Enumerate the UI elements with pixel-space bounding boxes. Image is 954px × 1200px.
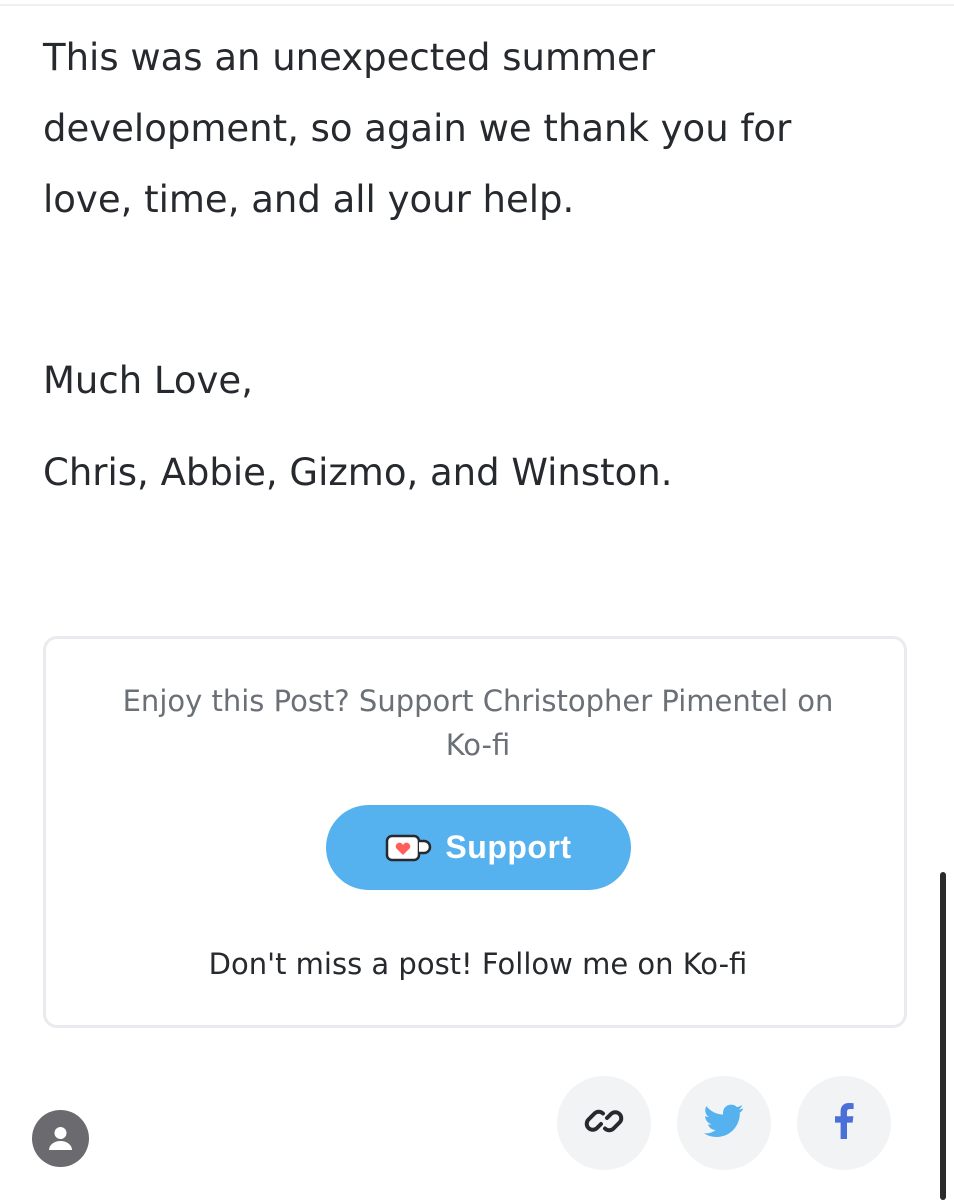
post-line-1: This was an unexpected summer xyxy=(43,36,656,79)
link-icon xyxy=(582,1099,626,1147)
user-avatar-icon[interactable] xyxy=(32,1110,89,1167)
kofi-support-card: Enjoy this Post? Support Christopher Pim… xyxy=(43,636,907,1028)
post-line-3: love, time, and all your help. xyxy=(43,178,575,221)
kofi-prompt-line-1: Enjoy this Post? Support Christopher Pim… xyxy=(122,684,834,718)
support-button-label: Support xyxy=(445,829,572,865)
kofi-cup-icon xyxy=(385,833,433,863)
copy-link-button[interactable] xyxy=(557,1076,651,1170)
post-line-2: development, so again we thank you for xyxy=(43,107,792,150)
support-button[interactable]: Support xyxy=(326,805,631,890)
kofi-prompt-line-2: Ko-fi xyxy=(445,728,511,762)
facebook-icon xyxy=(834,1103,854,1143)
signature: Chris, Abbie, Gizmo, and Winston. xyxy=(43,451,673,494)
post-body: This was an unexpected summer developmen… xyxy=(43,22,903,235)
share-twitter-button[interactable] xyxy=(677,1076,771,1170)
follow-kofi-link[interactable]: Don't miss a post! Follow me on Ko-fi xyxy=(46,947,910,981)
post-page: This was an unexpected summer developmen… xyxy=(0,0,954,1200)
share-facebook-button[interactable] xyxy=(797,1076,891,1170)
top-divider xyxy=(0,4,954,6)
scrollbar[interactable] xyxy=(940,872,946,1200)
kofi-prompt: Enjoy this Post? Support Christopher Pim… xyxy=(46,679,910,767)
sign-off: Much Love, xyxy=(43,359,253,402)
twitter-icon xyxy=(704,1104,744,1142)
